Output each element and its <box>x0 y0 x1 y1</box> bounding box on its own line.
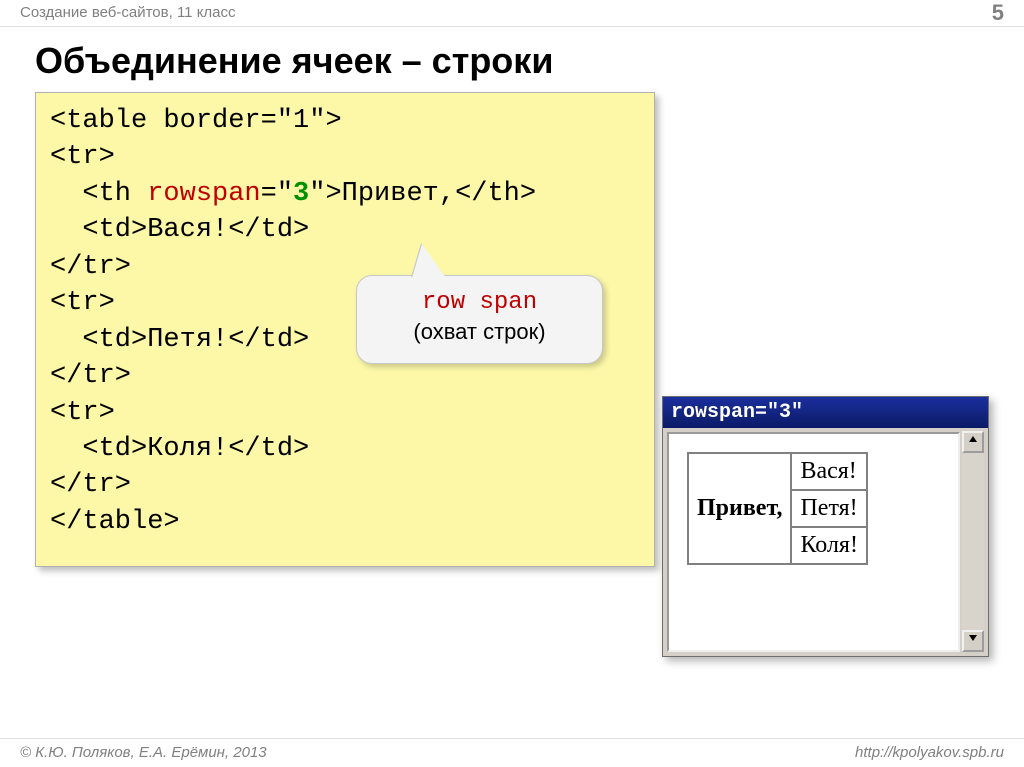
demo-table: Привет, Вася! Петя! Коля! <box>687 452 868 565</box>
page-number: 5 <box>992 0 1004 26</box>
footer-url: http://kpolyakov.spb.ru <box>855 739 1004 767</box>
code-line: </tr> <box>50 470 131 500</box>
browser-body: Привет, Вася! Петя! Коля! <box>667 432 960 652</box>
code-line: </tr> <box>50 252 131 282</box>
rowspan-attr: rowspan <box>147 179 260 209</box>
code-line: <tr> <box>50 288 115 318</box>
slide-title: Объединение ячеек – строки <box>35 40 553 82</box>
footer-bar: © К.Ю. Поляков, Е.А. Ерёмин, 2013 http:/… <box>0 738 1024 767</box>
scrollbar[interactable] <box>962 431 984 652</box>
code-line: <table border="1"> <box>50 106 342 136</box>
course-label: Создание веб-сайтов, 11 класс <box>20 4 236 21</box>
code-line: </table> <box>50 507 180 537</box>
header-bar: Создание веб-сайтов, 11 класс 5 <box>0 0 1024 27</box>
demo-td: Вася! <box>791 453 867 490</box>
code-line: <tr> <box>50 398 115 428</box>
demo-th: Привет, <box>688 453 791 564</box>
scroll-down-button[interactable] <box>962 630 984 652</box>
demo-td: Коля! <box>791 527 867 564</box>
code-line: <th rowspan="3">Привет,</th> <box>50 179 536 209</box>
callout-bubble: row span (охват строк) <box>356 275 603 364</box>
chevron-up-icon <box>968 434 978 444</box>
callout-term: row span <box>422 289 537 316</box>
browser-titlebar: rowspan="3" <box>663 397 988 428</box>
chevron-down-icon <box>968 633 978 643</box>
code-line: </tr> <box>50 361 131 391</box>
callout-desc: (охват строк) <box>413 319 545 344</box>
code-line: <td>Коля!</td> <box>50 434 309 464</box>
scroll-up-button[interactable] <box>962 431 984 453</box>
code-line: <td>Петя!</td> <box>50 325 309 355</box>
code-line: <td>Вася!</td> <box>50 215 309 245</box>
browser-preview: rowspan="3" Привет, Вася! Петя! Коля! <box>662 396 989 657</box>
rowspan-value: 3 <box>293 179 309 209</box>
code-line: <tr> <box>50 142 115 172</box>
demo-td: Петя! <box>791 490 867 527</box>
copyright: © К.Ю. Поляков, Е.А. Ерёмин, 2013 <box>20 744 267 761</box>
